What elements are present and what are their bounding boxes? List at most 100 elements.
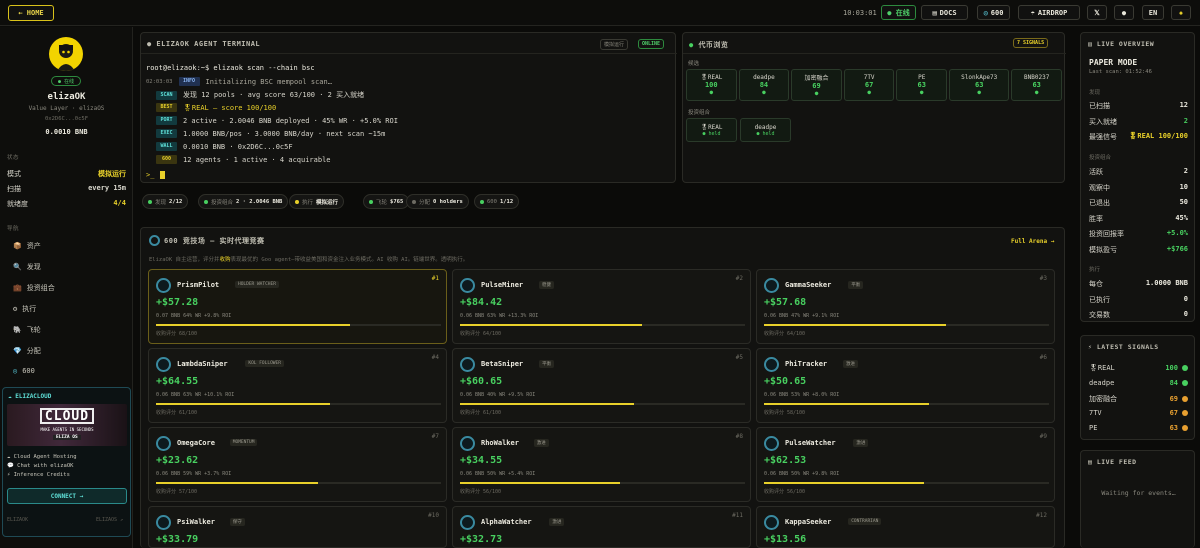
status-dot-icon [412,199,416,204]
portfolio-token[interactable]: 🎖REAL ● held [686,118,737,142]
chart-icon: ▥ [1088,40,1093,48]
portfolio-token[interactable]: deadpe ● held [740,118,791,142]
agent-avatar-icon [764,357,779,372]
overview-row: 模拟盈亏 +$766 [1089,244,1188,254]
candidate-token[interactable]: PE 63 ● [896,69,948,101]
agent-card[interactable]: PsiWalker 保守 #10 +$33.79 [148,506,447,548]
acquisition-score-bar [156,482,441,484]
agent-rank: #12 [1036,512,1047,519]
agent-avatar-icon [156,278,171,293]
candidate-token[interactable]: 🎖REAL 100 ● [686,69,737,101]
overview-row: 买入就绪 2 [1089,116,1188,126]
candidate-token[interactable]: 7TV 67 ● [843,69,895,101]
airdrop-button[interactable]: ☂ AIRDROP [1018,5,1080,20]
overview-row: 投资回报率 +5.0% [1089,229,1188,238]
g600-button[interactable]: ◎ 600 [977,5,1010,20]
coin-icon [149,235,160,246]
acquisition-score-bar [460,324,745,326]
terminal-line: WALL 0.0010 BNB · 0x2D6C...0c5F [146,142,293,151]
signal-row[interactable]: 🎖REAL 100 [1089,364,1188,372]
agent-card[interactable]: LambdaSniper KOL FOLLOWER #4 +$64.55 0.06 BN… [148,348,447,423]
gear-icon: ⚙ [13,305,18,313]
x-twitter-icon[interactable]: 𝕏 [1087,5,1107,20]
stat-pill: 600 1/12 [474,194,520,209]
nav-item-600[interactable]: ◎ 600 [13,367,35,375]
candidate-token[interactable]: BNB0237 63 ● [1011,69,1062,101]
agent-card[interactable]: PulseWatcher 激进 #9 +$62.53 0.06 BNB 50% WR +… [756,427,1055,502]
agent-card[interactable]: PulseMiner 稳健 #2 +$84.42 0.06 BNB 63% WR +13… [452,269,751,344]
feed-empty-message: Waiting for events… [1101,489,1176,497]
agent-strategy-tag: HOLDER WATCHER [235,281,279,288]
agent-card[interactable]: KappaSeeker CONTRARIAN #12 +$13.56 [756,506,1055,548]
divider [683,53,1066,54]
connect-button[interactable]: CONNECT → [7,488,127,504]
agent-card[interactable]: PrismPilot HOLDER WATCHER #1 +$57.28 0.07 BN… [148,269,447,344]
language-button[interactable]: EN [1142,5,1164,20]
acquisition-score-bar [156,324,441,326]
nav-item-distribution[interactable]: 💎 分配 [13,346,41,356]
latest-signals-panel: ⚡ LATEST SIGNALS 🎖REAL 100 deadpe 84 加密融合 69 7… [1080,335,1195,440]
agent-card[interactable]: AlphaWatcher 激进 #11 +$32.73 [452,506,751,548]
feed-icon: ▤ [1088,458,1093,466]
overview-row: 最强信号 🎖REAL 100/100 [1089,132,1188,141]
candidate-token[interactable]: deadpe 84 ● [738,69,790,101]
agent-pnl: +$62.53 [764,455,807,466]
candidate-token[interactable]: SlonkApe73 63 ● [949,69,1010,101]
nav-item-flywheel[interactable]: 🐘 飞轮 [13,325,41,335]
online-status-button[interactable]: ● 在线 [881,5,916,20]
footer-elizaos-link[interactable]: ELIZAOS ↗ [96,517,123,523]
agent-strategy-tag: MOMENTUM [229,439,258,446]
agent-card[interactable]: OmegaCore MOMENTUM #7 +$23.62 0.06 BNB 59% W… [148,427,447,502]
agent-strategy-tag: 稳健 [539,281,554,289]
agent-card[interactable]: PhiTracker 激进 #6 +$50.65 0.06 BNB 53% WR +8.… [756,348,1055,423]
elizacloud-title: ☁ ELIZACLOUD [8,393,52,400]
terminal-line: EXEC 1.0000 BNB/pos · 3.0000 BNB/day · ne… [146,129,385,138]
docs-button[interactable]: ▤ DOCS [921,5,968,20]
signal-row[interactable]: deadpe 84 [1089,379,1188,387]
agent-avatar-icon [156,436,171,451]
mode-tag: 模拟运行 [600,39,629,50]
candidate-list: 🎖REAL 100 ● deadpe 84 ● 加密融合 69 ● 7TV 67 ● PE 63 ●… [686,69,1062,101]
elephant-icon: 🐘 [13,326,22,334]
agent-metrics: 0.06 BNB 47% WR +9.1% ROI [764,313,840,319]
signal-dot-icon [1182,365,1188,371]
signals-title: ⚡ LATEST SIGNALS [1088,343,1159,351]
agent-card[interactable]: BetaSniper 平衡 #5 +$60.65 0.06 BNB 40% WR +9.… [452,348,751,423]
signal-row[interactable]: 加密融合 69 [1089,394,1188,404]
clock: 10:03:01 [843,9,877,17]
full-arena-link[interactable]: Full Arena → [1011,238,1054,245]
home-button[interactable]: ← HOME [8,5,54,21]
agent-avatar-icon [460,278,475,293]
agent-card[interactable]: RhoWalker 激进 #8 +$34.55 0.06 BNB 50% WR +5.4… [452,427,751,502]
agent-card[interactable]: GammaSeeker 平衡 #3 +$57.68 0.06 BNB 47% WR +9… [756,269,1055,344]
candidate-token[interactable]: 加密融合 69 ● [791,69,842,101]
nav-item-assets[interactable]: 📦 资产 [13,241,41,251]
agent-strategy-tag: 激进 [549,518,565,526]
nav-item-portfolio[interactable]: 💼 投资组合 [13,283,55,293]
coin-icon: ◎ [13,367,18,375]
agent-rank: #3 [1039,275,1047,282]
status-row-scan: 扫描 every 15m [7,184,126,193]
agent-strategy-tag: 激进 [843,360,858,368]
sun-icon[interactable]: ✹ [1171,5,1191,20]
github-icon[interactable]: ● [1114,5,1134,20]
agent-rank: #6 [1039,354,1047,361]
agent-rank: #7 [431,433,439,440]
agent-pnl: +$57.28 [156,297,199,308]
acquisition-score-bar [460,403,745,405]
briefcase-icon: 💼 [13,284,22,292]
agent-avatar-icon [460,515,475,530]
terminal-command: root@elizaok:~$ elizaok scan --chain bsc [146,64,315,72]
elizacloud-card: ☁ ELIZACLOUD CLOUD MAKE AGENTS IN SECOND… [2,387,131,537]
overview-row: 观察中 10 [1089,182,1188,192]
terminal-input[interactable]: >_ [146,171,166,179]
stat-pill: 投资组合 2 · 2.0046 BNB [198,194,289,209]
acquisition-score: 收购评分 64/100 [460,331,502,337]
signal-row[interactable]: PE 63 [1089,424,1188,432]
nav-item-discover[interactable]: 🔍 发现 [13,262,41,272]
signal-row[interactable]: 7TV 67 [1089,409,1188,417]
nav-item-execution[interactable]: ⚙ 执行 [13,304,36,314]
agent-avatar-icon [460,357,475,372]
agent-strategy-tag: 平衡 [848,281,864,289]
discover-section-title: 发现 [1089,90,1101,96]
